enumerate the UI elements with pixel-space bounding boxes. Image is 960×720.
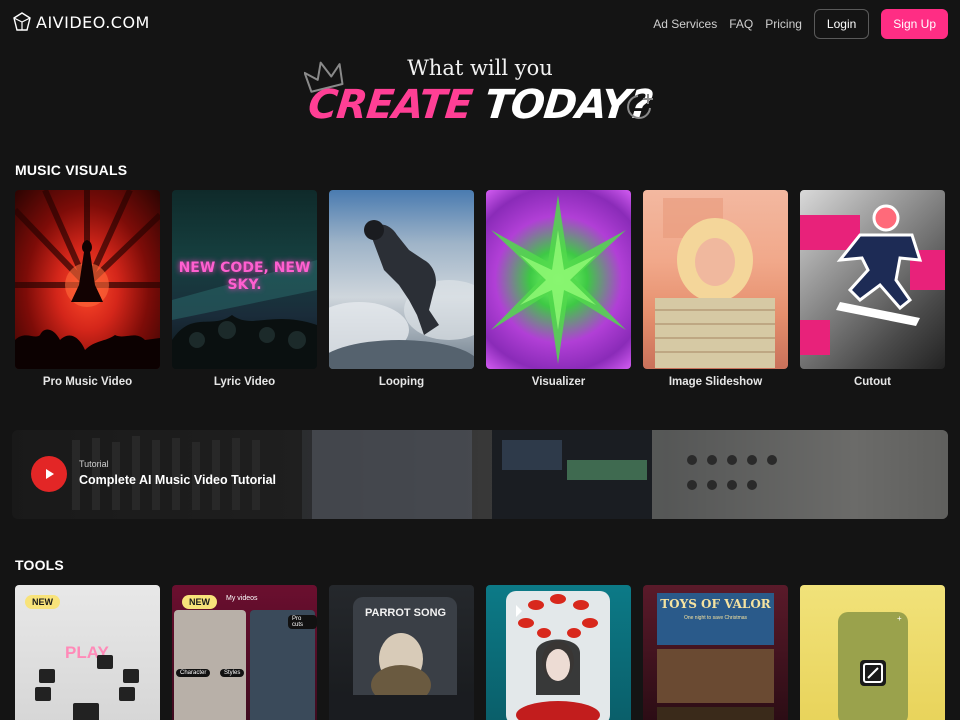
nav-faq[interactable]: FAQ xyxy=(729,17,753,31)
nav-pricing[interactable]: Pricing xyxy=(765,17,802,31)
tool-card-2[interactable]: NEW My videos Character Styles Pro cuts xyxy=(172,585,317,720)
card-cutout[interactable] xyxy=(800,190,945,369)
pro-music-video-thumbnail xyxy=(15,190,160,369)
logo-text: AIVIDEO.COM xyxy=(36,12,150,32)
visualizer-thumbnail xyxy=(491,195,626,364)
tools-title: TOOLS xyxy=(15,557,64,573)
top-header: AIVIDEO.COM Ad Services FAQ Pricing Logi… xyxy=(0,0,960,46)
looping-thumbnail xyxy=(329,220,474,369)
tool2-tab-label: My videos xyxy=(226,595,258,602)
card-pro-music-video[interactable] xyxy=(15,190,160,369)
tool5-subtitle: One night to save Christmas xyxy=(683,615,748,621)
cutout-thumbnail xyxy=(800,204,945,355)
tool5-title: TOYS OF VALOR xyxy=(660,597,771,611)
tool-card-4[interactable] xyxy=(486,585,631,720)
card-visualizer[interactable] xyxy=(486,190,631,369)
music-visuals-title: MUSIC VISUALS xyxy=(15,162,128,178)
label-visualizer: Visualizer xyxy=(531,376,586,388)
tool-card-3[interactable]: PARROT SONG xyxy=(329,585,474,720)
tool4-graphic xyxy=(516,594,600,720)
new-badge-2: NEW xyxy=(182,595,217,609)
label-image-slideshow: Image Slideshow xyxy=(668,376,763,388)
tutorial-eyebrow: Tutorial xyxy=(79,459,109,469)
tool2-chip-character: Character xyxy=(176,669,211,677)
tool-card-5[interactable]: TOYS OF VALOR One night to save Christma… xyxy=(643,585,788,720)
tool-card-1[interactable]: NEW PLAY xyxy=(15,585,160,720)
card-image-slideshow[interactable] xyxy=(643,190,788,369)
card-looping[interactable] xyxy=(329,190,474,369)
tutorial-title[interactable]: Complete AI Music Video Tutorial xyxy=(79,473,276,487)
login-button[interactable]: Login xyxy=(813,9,870,39)
tool2-chip-pro-cuts: Pro cuts xyxy=(288,615,317,629)
logo-icon xyxy=(13,12,31,31)
svg-text:+: + xyxy=(897,614,902,623)
edit-image-icon: + xyxy=(860,614,902,686)
tool2-panel-1 xyxy=(174,610,246,720)
tool-card-6[interactable]: + xyxy=(800,585,945,720)
label-looping: Looping xyxy=(378,376,425,388)
label-lyric-video: Lyric Video xyxy=(213,376,276,388)
tutorial-play-button[interactable] xyxy=(31,456,67,492)
tool5-middle-panel xyxy=(657,649,774,703)
play-icon xyxy=(46,469,54,479)
tool3-graphic xyxy=(329,633,474,720)
tool1-graphic xyxy=(35,655,139,720)
label-cutout: Cutout xyxy=(853,376,892,388)
tool5-bottom-panel xyxy=(657,707,774,720)
nav-ad-services[interactable]: Ad Services xyxy=(653,17,717,31)
sparkle-icon xyxy=(627,94,653,119)
hero-subtitle: CREATE TODAY? xyxy=(0,82,960,128)
card-lyric-video[interactable]: NEW CODE, NEW SKY. xyxy=(172,190,317,369)
tool2-chip-styles: Styles xyxy=(220,669,245,677)
lyric-overlay-text: NEW CODE, NEW SKY. xyxy=(178,260,311,293)
image-slideshow-thumbnail xyxy=(655,198,775,368)
label-pro-music-video: Pro Music Video xyxy=(42,376,133,388)
logo[interactable]: AIVIDEO.COM xyxy=(12,12,150,32)
hero-title: What will you xyxy=(407,56,553,80)
signup-button[interactable]: Sign Up xyxy=(881,9,948,39)
top-nav: Ad Services FAQ Pricing Login Sign Up xyxy=(653,9,948,39)
hero-create: CREATE xyxy=(305,82,475,128)
tool4-play-icon xyxy=(516,605,522,617)
